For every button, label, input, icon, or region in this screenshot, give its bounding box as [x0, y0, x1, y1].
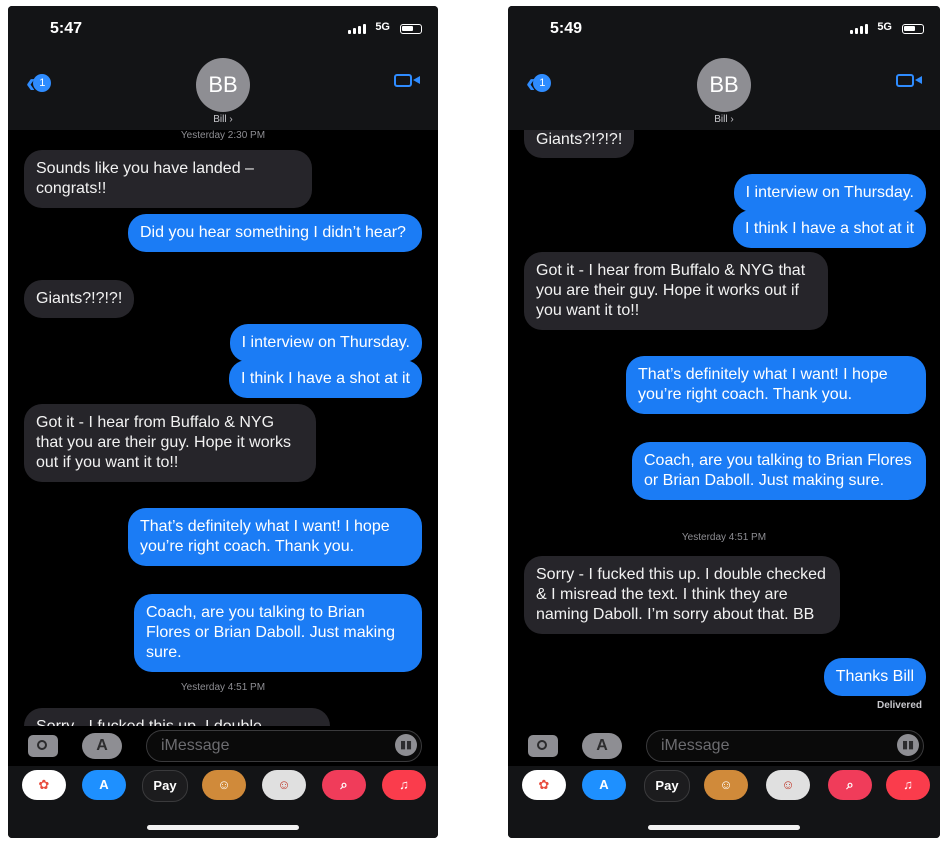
music-icon[interactable]: ♫: [886, 770, 930, 800]
message-outgoing[interactable]: Coach, are you talking to Brian Flores o…: [632, 442, 926, 500]
signal-icon: [348, 24, 366, 34]
camera-icon[interactable]: [528, 735, 558, 757]
camera-icon[interactable]: [28, 735, 58, 757]
avatar[interactable]: BB: [697, 58, 751, 112]
audio-waveform-icon[interactable]: ▮▮: [395, 734, 417, 756]
message-outgoing[interactable]: I interview on Thursday.: [229, 324, 422, 362]
message-incoming-partial[interactable]: Sorry - I fucked this up. I double: [24, 708, 330, 726]
photos-icon[interactable]: ✿: [22, 770, 66, 800]
image-search-icon[interactable]: ⌕: [322, 770, 366, 800]
status-bar: 5:47 5G: [8, 6, 438, 56]
home-indicator: [147, 825, 299, 830]
contact-name[interactable]: Bill ›: [8, 114, 438, 125]
battery-icon: [902, 24, 924, 34]
memoji-icon[interactable]: ☺: [202, 770, 246, 800]
app-drawer: ✿ A Pay ☺ ☺ ⌕ ♫: [508, 766, 940, 838]
app-drawer: ✿ A Pay ☺ ☺ ⌕ ♫: [8, 766, 438, 838]
phone-screenshot-right: 5:49 5G ‹ 1 BB Bill › Giants?!?!?! I int…: [508, 6, 940, 838]
message-outgoing[interactable]: I interview on Thursday.: [733, 174, 926, 212]
phone-screenshot-left: 5:47 5G ‹ 1 BB Bill › Yesterday 2:30 PM …: [8, 6, 438, 838]
conversation-header: ‹ 1 BB Bill ›: [8, 56, 438, 130]
message-outgoing[interactable]: Thanks Bill: [823, 658, 926, 696]
photos-icon[interactable]: ✿: [522, 770, 566, 800]
message-field[interactable]: ▮▮: [646, 730, 924, 762]
message-outgoing[interactable]: That’s definitely what I want! I hope yo…: [626, 356, 926, 414]
battery-icon: [400, 24, 422, 34]
unread-badge: 1: [533, 74, 552, 92]
app-store-icon[interactable]: A: [82, 770, 126, 800]
conversation-header: ‹ 1 BB Bill ›: [508, 56, 940, 130]
message-incoming[interactable]: Got it - I hear from Buffalo & NYG that …: [524, 252, 828, 330]
message-field[interactable]: ▮▮: [146, 730, 422, 762]
status-bar: 5:49 5G: [508, 6, 940, 56]
timestamp: Yesterday 2:30 PM: [180, 130, 266, 141]
memoji-stickers-icon[interactable]: ☺: [262, 770, 306, 800]
message-outgoing[interactable]: Coach, are you talking to Brian Flores o…: [134, 594, 422, 672]
imessage-input[interactable]: [647, 731, 896, 760]
message-outgoing[interactable]: That’s definitely what I want! I hope yo…: [128, 508, 422, 566]
video-call-icon[interactable]: [394, 74, 420, 87]
status-time: 5:47: [50, 20, 83, 37]
back-button[interactable]: ‹ 1: [26, 69, 52, 97]
signal-icon: [850, 24, 868, 34]
memoji-stickers-icon[interactable]: ☺: [766, 770, 810, 800]
contact-name[interactable]: Bill ›: [508, 114, 940, 125]
home-indicator: [648, 825, 800, 830]
back-button[interactable]: ‹ 1: [526, 69, 552, 97]
avatar[interactable]: BB: [196, 58, 250, 112]
timestamp: Yesterday 4:51 PM: [180, 682, 266, 693]
imessage-input[interactable]: [147, 731, 395, 760]
video-call-icon[interactable]: [896, 74, 922, 87]
message-incoming[interactable]: Giants?!?!?!: [524, 130, 635, 158]
app-store-icon[interactable]: A: [582, 770, 626, 800]
message-incoming[interactable]: Got it - I hear from Buffalo & NYG that …: [24, 404, 316, 482]
image-search-icon[interactable]: ⌕: [828, 770, 872, 800]
delivered-status: Delivered: [876, 700, 922, 711]
message-incoming[interactable]: Sorry - I fucked this up. I double check…: [524, 556, 840, 634]
unread-badge: 1: [33, 74, 52, 92]
app-store-button[interactable]: A: [582, 733, 622, 759]
message-incoming[interactable]: Sounds like you have landed – congrats!!: [24, 150, 312, 208]
status-time: 5:49: [550, 20, 583, 37]
message-list[interactable]: Yesterday 2:30 PM Sounds like you have l…: [8, 130, 438, 726]
message-outgoing[interactable]: I think I have a shot at it: [733, 210, 926, 248]
apple-pay-icon[interactable]: Pay: [142, 770, 188, 802]
audio-waveform-icon[interactable]: ▮▮: [897, 734, 919, 756]
message-incoming[interactable]: Giants?!?!?!: [24, 280, 135, 318]
input-bar: A ▮▮: [508, 726, 940, 766]
app-store-button[interactable]: A: [82, 733, 122, 759]
message-outgoing[interactable]: Did you hear something I didn’t hear?: [128, 214, 422, 252]
network-label: 5G: [375, 21, 390, 33]
input-bar: A ▮▮: [8, 726, 438, 766]
apple-pay-icon[interactable]: Pay: [644, 770, 690, 802]
timestamp: Yesterday 4:51 PM: [681, 532, 767, 543]
message-outgoing[interactable]: I think I have a shot at it: [229, 360, 422, 398]
network-label: 5G: [877, 21, 892, 33]
message-list[interactable]: Giants?!?!?! I interview on Thursday. I …: [508, 130, 940, 726]
memoji-icon[interactable]: ☺: [704, 770, 748, 800]
music-icon[interactable]: ♫: [382, 770, 426, 800]
